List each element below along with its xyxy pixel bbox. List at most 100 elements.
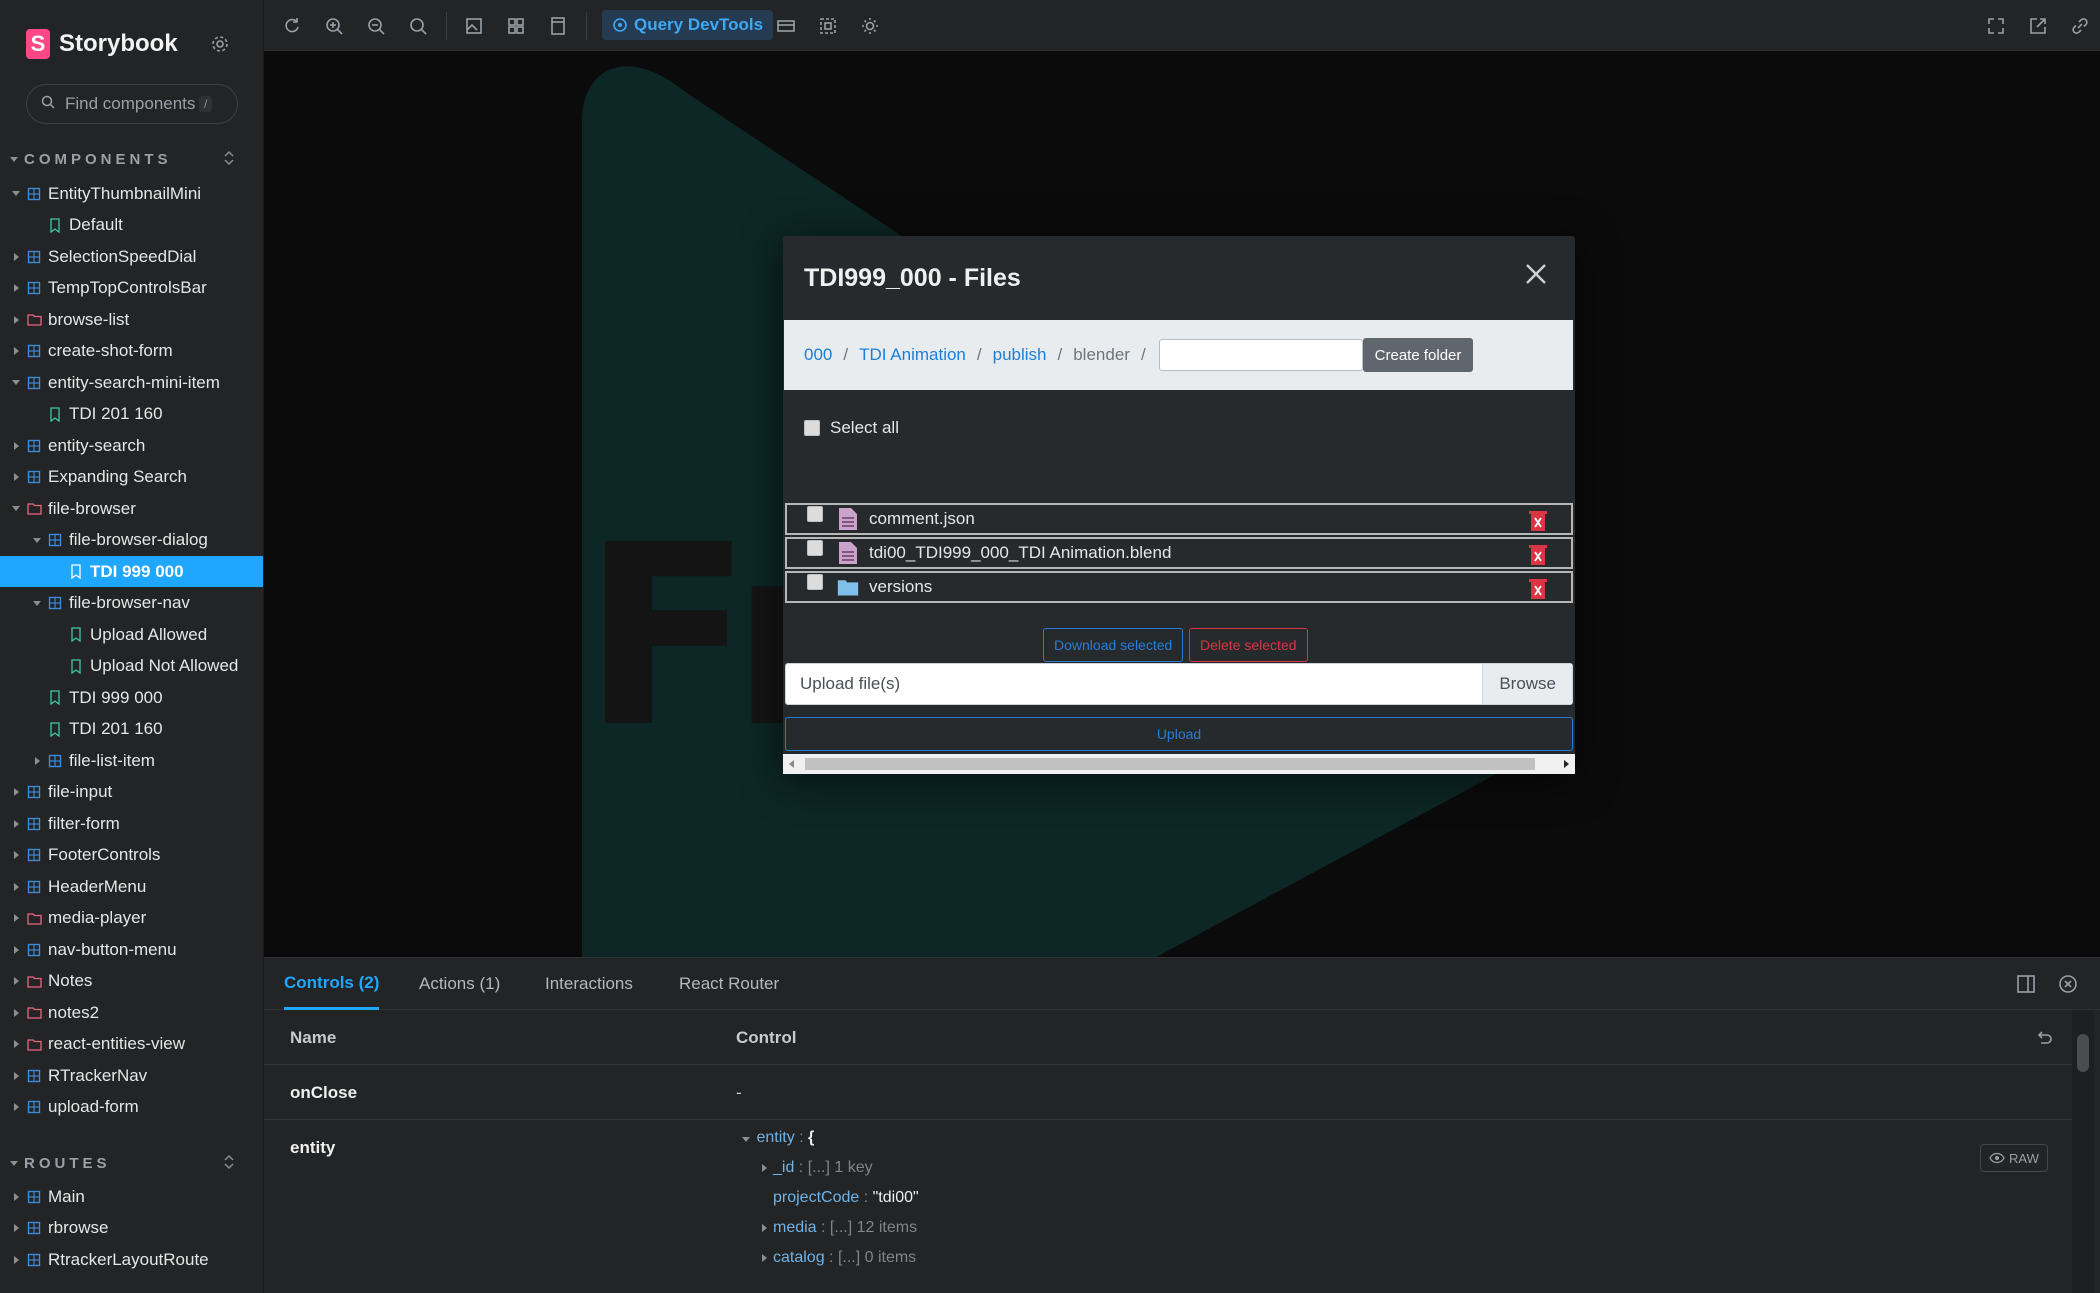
- trash-icon[interactable]: [1529, 510, 1547, 537]
- select-all-checkbox[interactable]: [804, 420, 820, 436]
- file-checkbox[interactable]: [807, 540, 823, 556]
- file-checkbox[interactable]: [807, 506, 823, 522]
- vertical-scrollbar[interactable]: [2072, 1010, 2094, 1293]
- sidebar-item[interactable]: nav-button-menu: [0, 934, 263, 965]
- json-root[interactable]: entity : {: [742, 1123, 919, 1153]
- trash-icon[interactable]: [1529, 578, 1547, 605]
- scrollbar-thumb[interactable]: [2077, 1034, 2089, 1072]
- sidebar-item[interactable]: FooterControls: [0, 840, 263, 871]
- delete-selected-button[interactable]: Delete selected: [1189, 628, 1308, 662]
- tab-react-router[interactable]: React Router: [679, 958, 779, 1010]
- sidebar-item[interactable]: file-input: [0, 777, 263, 808]
- expand-all-icon[interactable]: [222, 150, 236, 171]
- reset-controls-icon[interactable]: [2034, 1027, 2054, 1052]
- json-editor[interactable]: entity : { _id : [...] 1 key projectCode …: [742, 1123, 919, 1273]
- scrollbar-thumb[interactable]: [805, 758, 1535, 770]
- raw-toggle-button[interactable]: RAW: [1980, 1144, 2048, 1172]
- create-folder-button[interactable]: Create folder: [1362, 338, 1474, 372]
- zoom-out-icon[interactable]: [362, 12, 390, 40]
- scroll-right-icon[interactable]: [1564, 760, 1569, 768]
- breadcrumb-link[interactable]: publish: [993, 345, 1047, 365]
- json-field[interactable]: catalog : [...] 0 items: [762, 1243, 919, 1273]
- trash-icon[interactable]: [1529, 544, 1547, 571]
- browse-button[interactable]: Browse: [1482, 664, 1572, 704]
- sidebar-item[interactable]: Notes: [0, 966, 263, 997]
- close-panel-icon[interactable]: [2056, 972, 2080, 996]
- copy-link-icon[interactable]: [2066, 12, 2094, 40]
- sidebar-item[interactable]: TempTopControlsBar: [0, 273, 263, 304]
- breadcrumb-current: blender: [1073, 345, 1130, 364]
- sidebar-item[interactable]: notes2: [0, 997, 263, 1028]
- sidebar-item[interactable]: react-entities-view: [0, 1029, 263, 1060]
- gear-icon[interactable]: [206, 30, 234, 58]
- sidebar-item[interactable]: HeaderMenu: [0, 871, 263, 902]
- sidebar-item[interactable]: media-player: [0, 903, 263, 934]
- sidebar-item[interactable]: Upload Not Allowed: [0, 651, 263, 682]
- sidebar-item[interactable]: TDI 201 160: [0, 399, 263, 430]
- sidebar-item[interactable]: file-browser-dialog: [0, 525, 263, 556]
- reload-icon[interactable]: [278, 12, 306, 40]
- open-new-tab-icon[interactable]: [2024, 12, 2052, 40]
- json-field[interactable]: projectCode : "tdi00": [762, 1183, 919, 1213]
- panel-orientation-icon[interactable]: [2014, 972, 2038, 996]
- measure-icon[interactable]: [772, 12, 800, 40]
- horizontal-scrollbar[interactable]: [783, 754, 1575, 774]
- grid-icon[interactable]: [502, 12, 530, 40]
- scroll-left-icon[interactable]: [789, 760, 794, 768]
- storybook-brand[interactable]: S Storybook: [26, 28, 178, 60]
- sun-icon[interactable]: [856, 12, 884, 40]
- viewport-icon[interactable]: [544, 12, 572, 40]
- query-devtools-button[interactable]: Query DevTools: [602, 10, 774, 40]
- select-all[interactable]: Select all: [804, 418, 899, 438]
- file-name[interactable]: tdi00_TDI999_000_TDI Animation.blend: [869, 543, 1171, 563]
- tab-interactions[interactable]: Interactions: [545, 958, 633, 1010]
- sidebar-item[interactable]: TDI 999 000: [0, 556, 263, 587]
- sidebar-item[interactable]: Default: [0, 210, 263, 241]
- file-name[interactable]: comment.json: [869, 509, 975, 529]
- routes-section-header[interactable]: ROUTES: [10, 1152, 236, 1174]
- upload-button[interactable]: Upload: [785, 717, 1573, 751]
- outline-icon[interactable]: [814, 12, 842, 40]
- file-checkbox[interactable]: [807, 574, 823, 590]
- upload-file-input[interactable]: Upload file(s) Browse: [785, 663, 1573, 705]
- new-folder-name-input[interactable]: [1158, 339, 1363, 371]
- json-field[interactable]: _id : [...] 1 key: [762, 1153, 919, 1183]
- zoom-reset-icon[interactable]: [404, 12, 432, 40]
- tab-controls[interactable]: Controls (2): [284, 958, 380, 1010]
- sidebar-item[interactable]: TDI 201 160: [0, 714, 263, 745]
- route-item[interactable]: rbrowse: [0, 1213, 263, 1244]
- breadcrumb-link[interactable]: TDI Animation: [859, 345, 966, 365]
- expand-all-icon[interactable]: [222, 1154, 236, 1175]
- json-field[interactable]: media : [...] 12 items: [762, 1213, 919, 1243]
- sidebar-item[interactable]: EntityThumbnailMini: [0, 178, 263, 209]
- sidebar-item[interactable]: upload-form: [0, 1092, 263, 1123]
- breadcrumb-link[interactable]: 000: [804, 345, 832, 365]
- search-input[interactable]: Find components /: [26, 84, 238, 124]
- sidebar-item[interactable]: file-list-item: [0, 745, 263, 776]
- file-list-item[interactable]: versions: [785, 571, 1573, 603]
- sidebar-item[interactable]: create-shot-form: [0, 336, 263, 367]
- file-list-item[interactable]: tdi00_TDI999_000_TDI Animation.blend: [785, 537, 1573, 569]
- sidebar-item[interactable]: browse-list: [0, 304, 263, 335]
- route-item[interactable]: Main: [0, 1181, 263, 1212]
- zoom-in-icon[interactable]: [320, 12, 348, 40]
- close-icon[interactable]: [1520, 258, 1552, 290]
- fullscreen-icon[interactable]: [1982, 12, 2010, 40]
- background-icon[interactable]: [460, 12, 488, 40]
- sidebar-item[interactable]: Upload Allowed: [0, 619, 263, 650]
- sidebar-item[interactable]: Expanding Search: [0, 462, 263, 493]
- sidebar-item[interactable]: TDI 999 000: [0, 682, 263, 713]
- route-item[interactable]: RtrackerLayoutRoute: [0, 1244, 263, 1275]
- sidebar-item[interactable]: filter-form: [0, 808, 263, 839]
- components-section-header[interactable]: COMPONENTS: [10, 148, 236, 170]
- sidebar-item[interactable]: SelectionSpeedDial: [0, 241, 263, 272]
- sidebar-item[interactable]: file-browser-nav: [0, 588, 263, 619]
- sidebar-item[interactable]: entity-search-mini-item: [0, 367, 263, 398]
- file-name[interactable]: versions: [869, 577, 932, 597]
- sidebar-item[interactable]: entity-search: [0, 430, 263, 461]
- download-selected-button[interactable]: Download selected: [1043, 628, 1184, 662]
- tab-actions[interactable]: Actions (1): [419, 958, 500, 1010]
- sidebar-item[interactable]: file-browser: [0, 493, 263, 524]
- file-list-item[interactable]: comment.json: [785, 503, 1573, 535]
- sidebar-item[interactable]: RTrackerNav: [0, 1060, 263, 1091]
